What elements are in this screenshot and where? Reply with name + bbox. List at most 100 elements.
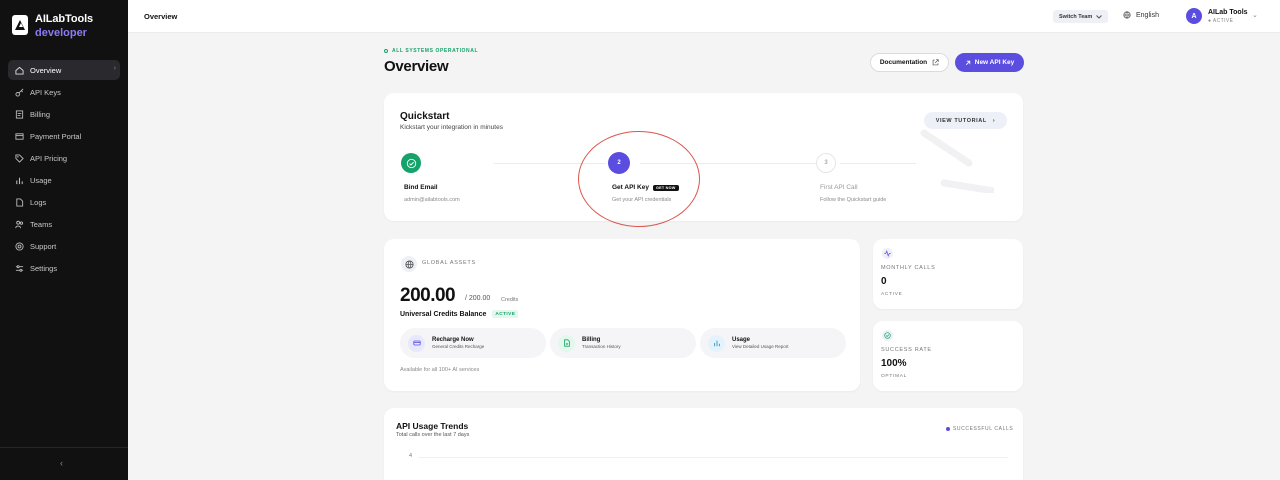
arrow-decoration-icon xyxy=(920,129,994,193)
balance-label-text: Universal Credits Balance xyxy=(400,310,487,318)
sidebar-item-teams[interactable]: Teams xyxy=(8,214,120,234)
sidebar-nav: Overview › API Keys Billing Payment Port… xyxy=(8,60,120,280)
monthly-calls-card: MONTHLY CALLS 0 ACTIVE xyxy=(873,239,1023,309)
collapse-sidebar-icon[interactable]: ‹ xyxy=(60,458,63,468)
billing-button[interactable]: Billing Transaction History xyxy=(550,328,696,358)
global-assets-footnote: Available for all 100+ AI services xyxy=(400,367,480,373)
brand[interactable]: AILabTools developer xyxy=(12,13,93,40)
sidebar-item-label: Settings xyxy=(30,263,58,273)
recharge-now-title: Recharge Now xyxy=(432,337,474,343)
check-circle-icon xyxy=(882,330,893,341)
sidebar-item-label: Overview xyxy=(30,65,62,75)
credits-total: / 200.00 xyxy=(465,295,491,302)
monthly-calls-value: 0 xyxy=(881,276,887,287)
step-3-title: First API Call xyxy=(820,184,858,191)
trends-title: API Usage Trends xyxy=(396,421,469,431)
sidebar-item-label: Support xyxy=(30,241,57,251)
avatar[interactable]: A xyxy=(1186,8,1202,24)
sidebar-item-label: Billing xyxy=(30,109,51,119)
wallet-icon xyxy=(408,334,425,352)
new-api-key-label: New API Key xyxy=(974,59,1015,66)
user-name[interactable]: AILab Tools xyxy=(1208,9,1248,16)
recharge-now-button[interactable]: Recharge Now General Credits Recharge xyxy=(400,328,546,358)
step-3-desc: Follow the Quickstart guide xyxy=(820,197,887,203)
globe-icon xyxy=(1123,11,1131,19)
chevron-right-icon: › xyxy=(992,117,996,124)
usage-button[interactable]: Usage View Detailed Usage Report xyxy=(700,328,846,358)
sidebar-item-usage[interactable]: Usage xyxy=(8,170,120,190)
sidebar-item-api-keys[interactable]: API Keys xyxy=(8,82,120,102)
sidebar: AILabTools developer Overview › API Keys… xyxy=(0,0,128,480)
view-tutorial-button[interactable]: VIEW TUTORIAL › xyxy=(924,112,1007,129)
trends-subtitle: Total calls over the last 7 days xyxy=(396,432,470,438)
usage-title: Usage xyxy=(732,337,751,343)
arrow-up-right-icon xyxy=(965,60,970,65)
key-icon xyxy=(14,87,24,97)
user-status: ● ACTIVE xyxy=(1208,18,1234,24)
billing-icon xyxy=(14,109,24,119)
card-icon xyxy=(14,131,24,141)
switch-team-label: Switch Team xyxy=(1059,13,1093,20)
step-1-desc: admin@ailabtools.com xyxy=(404,197,460,203)
billing-sub: Transaction History xyxy=(582,344,621,349)
success-rate-card: SUCCESS RATE 100% OPTIMAL xyxy=(873,321,1023,391)
chart-legend: SUCCESSFUL CALLS xyxy=(946,426,1013,432)
sidebar-item-billing[interactable]: Billing xyxy=(8,104,120,124)
lifebuoy-icon xyxy=(14,241,24,251)
chart-gridline xyxy=(418,457,1008,458)
step-connector xyxy=(840,163,916,164)
system-status-label: ALL SYSTEMS OPERATIONAL xyxy=(392,48,479,54)
sidebar-item-label: Teams xyxy=(30,219,53,229)
topbar: Overview Switch Team English A AILab Too… xyxy=(128,0,1280,33)
api-usage-trends-card: API Usage Trends Total calls over the la… xyxy=(384,408,1023,480)
sidebar-item-support[interactable]: Support xyxy=(8,236,120,256)
chevron-right-icon: › xyxy=(113,65,116,72)
view-tutorial-label: VIEW TUTORIAL xyxy=(935,117,987,124)
recharge-now-sub: General Credits Recharge xyxy=(432,344,485,349)
step-2-desc: Get your API credentials xyxy=(612,197,672,203)
credits-value: 200.00 xyxy=(400,285,456,306)
step-2-number[interactable]: 2 xyxy=(608,152,630,174)
topbar-title: Overview xyxy=(144,12,178,21)
sidebar-item-label: Payment Portal xyxy=(30,131,82,141)
page-title: Overview xyxy=(384,58,449,75)
legend-dot-icon xyxy=(946,427,950,431)
step-connector xyxy=(494,163,606,164)
activity-icon xyxy=(882,248,893,259)
monthly-calls-label: MONTHLY CALLS xyxy=(881,265,936,271)
sidebar-item-label: API Pricing xyxy=(30,153,68,163)
sidebar-item-settings[interactable]: Settings xyxy=(8,258,120,278)
bar-chart-icon xyxy=(708,334,725,352)
sidebar-item-payment-portal[interactable]: Payment Portal xyxy=(8,126,120,146)
brand-name: AILabTools xyxy=(35,13,94,25)
chevron-down-icon[interactable]: ⌄ xyxy=(1252,11,1258,19)
step-2-title[interactable]: Get API Key GET NOW xyxy=(612,184,679,191)
sidebar-divider xyxy=(0,447,128,448)
balance-label: Universal Credits Balance ACTIVE xyxy=(400,310,519,318)
brand-logo-icon xyxy=(12,15,28,35)
globe-icon xyxy=(401,256,417,272)
sidebar-item-label: Usage xyxy=(30,175,52,185)
document-icon xyxy=(558,334,575,352)
get-now-badge[interactable]: GET NOW xyxy=(652,184,679,191)
bar-chart-icon xyxy=(14,175,24,185)
home-icon xyxy=(14,65,24,75)
status-dot-icon xyxy=(384,49,388,53)
success-rate-status: OPTIMAL xyxy=(881,374,907,379)
system-status: ALL SYSTEMS OPERATIONAL xyxy=(384,48,478,54)
sidebar-item-logs[interactable]: Logs xyxy=(8,192,120,212)
global-assets-card: GLOBAL ASSETS 200.00 / 200.00 Credits Un… xyxy=(384,239,860,391)
chevron-down-icon xyxy=(1096,14,1103,19)
step-1-title: Bind Email xyxy=(404,184,438,191)
switch-team-button[interactable]: Switch Team xyxy=(1053,10,1109,23)
monthly-calls-status: ACTIVE xyxy=(881,292,903,297)
new-api-key-button[interactable]: New API Key xyxy=(955,53,1024,72)
documentation-button[interactable]: Documentation xyxy=(870,53,949,72)
sidebar-item-api-pricing[interactable]: API Pricing xyxy=(8,148,120,168)
sliders-icon xyxy=(14,263,24,273)
quickstart-subtitle: Kickstart your integration in minutes xyxy=(400,124,503,131)
sidebar-item-overview[interactable]: Overview › xyxy=(8,60,120,80)
language-selector[interactable]: English xyxy=(1123,11,1159,19)
quickstart-title: Quickstart xyxy=(400,111,450,122)
tag-icon xyxy=(14,153,24,163)
